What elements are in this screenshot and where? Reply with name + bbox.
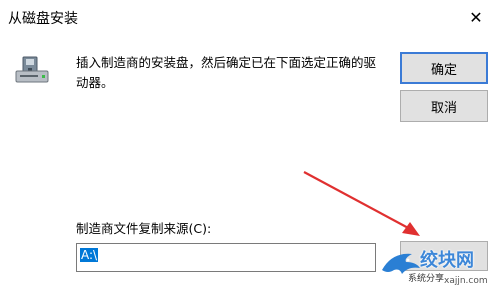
watermark-tag: 系统分享 [408, 274, 445, 284]
title-bar: 从磁盘安装 ✕ [0, 0, 500, 36]
install-from-disk-dialog: 从磁盘安装 ✕ 插入制造商的安装盘，然后确定已在下面选定正确的驱动器。 确定 取… [0, 0, 500, 291]
browse-button[interactable] [400, 241, 488, 271]
source-label: 制造商文件复制来源(C): [76, 221, 212, 236]
ok-button[interactable]: 确定 [400, 52, 488, 84]
close-button[interactable]: ✕ [452, 0, 500, 34]
close-icon: ✕ [469, 7, 483, 27]
floppy-drive-icon [15, 56, 49, 83]
watermark-url: xajjn.com [444, 276, 488, 286]
source-path-value: A:\ [80, 248, 99, 262]
cancel-button[interactable]: 取消 [400, 90, 488, 122]
instruction-message: 插入制造商的安装盘，然后确定已在下面选定正确的驱动器。 [76, 55, 377, 90]
window-title: 从磁盘安装 [8, 11, 78, 27]
source-path-input[interactable]: A:\ [76, 243, 376, 272]
